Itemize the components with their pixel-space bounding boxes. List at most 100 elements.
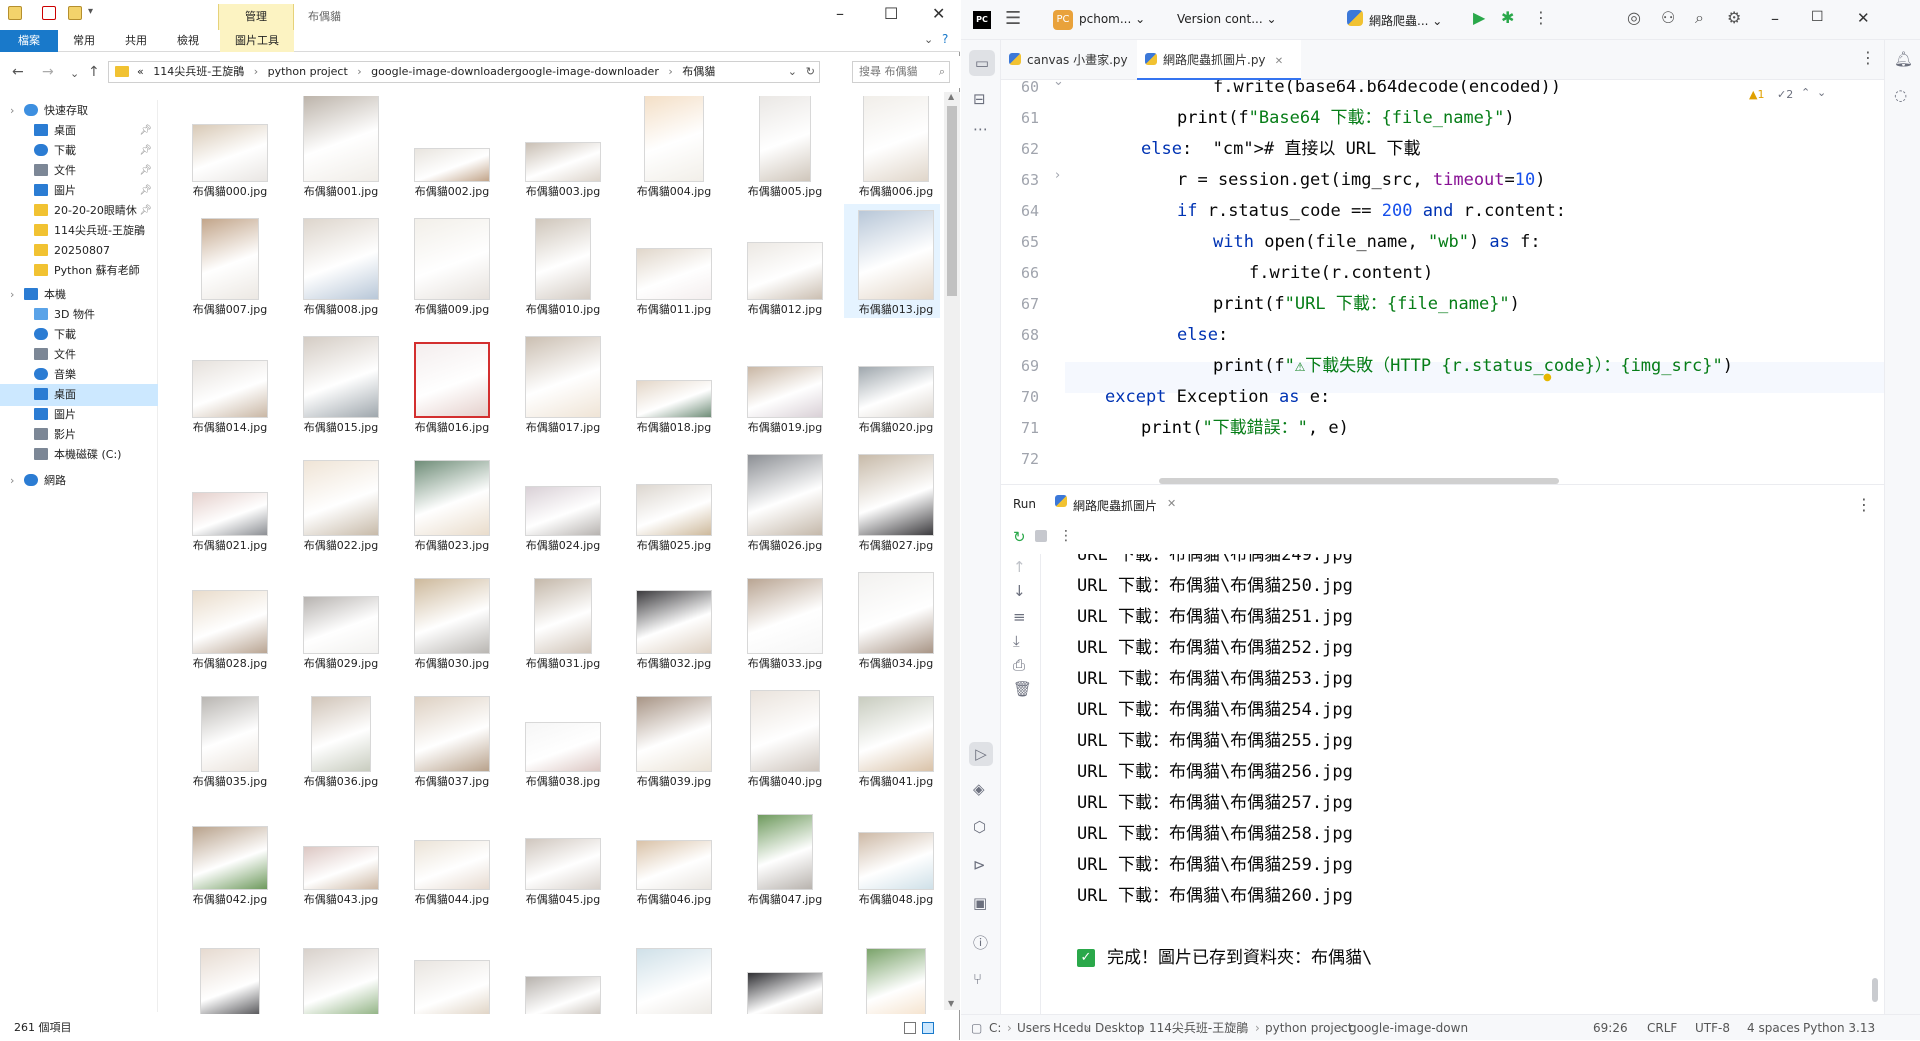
git-icon[interactable]: ⑂ xyxy=(973,970,982,988)
file-tile[interactable]: 布偶貓025.jpg xyxy=(622,440,726,554)
file-tile[interactable]: 布偶貓024.jpg xyxy=(511,440,615,554)
run-icon[interactable]: ▶ xyxy=(1473,8,1485,27)
file-tile[interactable]: 布偶貓010.jpg xyxy=(511,204,615,318)
file-tile[interactable]: 布偶貓014.jpg xyxy=(178,322,282,436)
close-button[interactable]: ✕ xyxy=(1857,9,1870,27)
back-arrow-icon[interactable]: ← xyxy=(12,64,24,80)
file-tile[interactable]: 布偶貓009.jpg xyxy=(400,204,504,318)
nav-item[interactable]: 下載 xyxy=(0,324,158,346)
scrollbar-thumb[interactable] xyxy=(1872,978,1878,1002)
file-tile[interactable]: 布偶貓026.jpg xyxy=(733,440,837,554)
python-packages-icon[interactable]: ◈ xyxy=(973,780,985,798)
file-tile[interactable]: 布偶貓018.jpg xyxy=(622,322,726,436)
status-item[interactable]: UTF-8 xyxy=(1695,1015,1730,1041)
chevron-down-icon[interactable]: ▾ xyxy=(88,6,93,17)
stop-icon[interactable] xyxy=(1035,530,1047,542)
file-tile[interactable]: 布偶貓029.jpg xyxy=(289,558,393,672)
code-line[interactable]: print(f"Base64 下載：{file_name}") xyxy=(1177,103,1515,134)
print-icon[interactable]: ⎙ xyxy=(1013,656,1025,674)
nav-item[interactable]: 桌面 xyxy=(0,384,158,406)
status-item[interactable]: 69:26 xyxy=(1593,1015,1628,1041)
file-tile[interactable]: 布偶貓045.jpg xyxy=(511,794,615,908)
code-line[interactable]: print("下載錯誤：", e) xyxy=(1141,413,1349,444)
code-line[interactable]: r = session.get(img_src, timeout=10) xyxy=(1177,165,1546,196)
tab-home[interactable]: 常用 xyxy=(64,30,104,52)
fold-chevron-icon[interactable]: ⌄ xyxy=(1053,80,1064,89)
nav-item[interactable]: 20-20-20眼睛休 📌︎ xyxy=(0,200,158,222)
soft-wrap-icon[interactable]: ≡ xyxy=(1013,608,1026,626)
file-tile[interactable]: 布偶貓036.jpg xyxy=(289,676,393,790)
code-line[interactable]: except Exception as e: xyxy=(1105,382,1330,413)
forward-arrow-icon[interactable]: → xyxy=(42,64,54,80)
file-tile[interactable]: 布偶貓011.jpg xyxy=(622,204,726,318)
nav-item[interactable]: › 本機 xyxy=(0,284,158,306)
status-breadcrumb[interactable]: C: xyxy=(989,1015,1001,1041)
file-tile[interactable]: 布偶貓019.jpg xyxy=(733,322,837,436)
file-tile[interactable]: 布偶貓023.jpg xyxy=(400,440,504,554)
tab-actions-icon[interactable]: ⋮ xyxy=(1860,48,1876,67)
large-icons-view-icon[interactable] xyxy=(922,1022,934,1034)
file-tile[interactable]: 布偶貓030.jpg xyxy=(400,558,504,672)
file-tile[interactable]: 布偶貓020.jpg xyxy=(844,322,940,436)
scroll-down-arrow-icon[interactable]: ↓ xyxy=(1013,582,1026,600)
file-tile[interactable]: 布偶貓012.jpg xyxy=(733,204,837,318)
expand-chevron-icon[interactable]: › xyxy=(10,284,14,306)
file-tile[interactable]: 布偶貓047.jpg xyxy=(733,794,837,908)
run-tab-label[interactable]: 網路爬蟲抓圖片 xyxy=(1073,497,1157,514)
nav-item[interactable]: › 快速存取 xyxy=(0,100,158,122)
chevron-down-icon[interactable]: ⌄ xyxy=(788,62,797,82)
weak-warning-indicator-icon[interactable]: ✓2 xyxy=(1777,88,1793,101)
nav-item[interactable]: 文件 xyxy=(0,344,158,366)
debug-icon[interactable]: ✱ xyxy=(1501,8,1514,27)
run-tool-icon[interactable]: ▷ xyxy=(969,742,993,766)
file-tile[interactable]: 布偶貓007.jpg xyxy=(178,204,282,318)
problems-icon[interactable]: ⓘ xyxy=(973,932,988,953)
project-widget[interactable]: pchom... ⌄ xyxy=(1079,12,1145,26)
search-input[interactable]: 搜尋 布偶貓 ⌕ xyxy=(852,61,950,83)
file-tile[interactable]: 布偶貓033.jpg xyxy=(733,558,837,672)
file-tile[interactable]: 布偶貓048.jpg xyxy=(844,794,940,908)
properties-icon[interactable] xyxy=(42,6,56,20)
chevron-down-icon[interactable]: ⌄ xyxy=(924,33,933,46)
nav-item[interactable]: 本機磁碟 (C:) xyxy=(0,444,158,466)
status-breadcrumb[interactable]: 114尖兵班-王旋鵑 xyxy=(1149,1015,1248,1041)
tab-file[interactable]: 檔案 xyxy=(0,30,58,52)
nav-item[interactable]: 圖片 📌︎ xyxy=(0,180,158,202)
ai-assistant-icon[interactable]: ◎ xyxy=(1627,8,1641,27)
warning-indicator-icon[interactable]: ▲1 xyxy=(1749,88,1764,101)
run-console[interactable]: ↑ ↓ ≡ ⤓ ⎙ 🗑︎ URL 下載：布偶貓\布偶貓249.jpg URL 下載… xyxy=(1001,554,1884,1014)
nav-item[interactable]: 影片 xyxy=(0,424,158,446)
hamburger-menu-icon[interactable]: ☰ xyxy=(1005,8,1021,29)
notifications-bell-icon[interactable]: 🔔︎ xyxy=(1894,50,1913,68)
file-tile[interactable] xyxy=(733,912,837,1014)
tab-view[interactable]: 檢視 xyxy=(166,30,210,52)
file-tile[interactable] xyxy=(289,912,393,1014)
file-tile[interactable]: 布偶貓028.jpg xyxy=(178,558,282,672)
tab-share[interactable]: 共用 xyxy=(116,30,156,52)
file-tile[interactable]: 布偶貓044.jpg xyxy=(400,794,504,908)
vcs-widget[interactable]: Version cont... ⌄ xyxy=(1177,12,1277,26)
tab-picture-tools[interactable]: 圖片工具 xyxy=(220,30,294,52)
close-button[interactable]: ✕ xyxy=(932,4,945,23)
nav-item[interactable]: 下載 📌︎ xyxy=(0,140,158,162)
file-tile[interactable]: 布偶貓021.jpg xyxy=(178,440,282,554)
close-tab-icon[interactable]: ✕ xyxy=(1272,56,1283,67)
file-tile[interactable]: 布偶貓017.jpg xyxy=(511,322,615,436)
clear-all-icon[interactable]: 🗑︎ xyxy=(1013,680,1032,698)
editor-tab[interactable]: canvas 小畫家.py xyxy=(1001,40,1135,80)
file-tile[interactable]: 布偶貓043.jpg xyxy=(289,794,393,908)
file-tile[interactable]: 布偶貓022.jpg xyxy=(289,440,393,554)
nav-item[interactable]: 音樂 xyxy=(0,364,158,386)
ai-chat-icon[interactable]: ◌ xyxy=(1894,86,1907,104)
nav-item[interactable]: 圖片 xyxy=(0,404,158,426)
file-tile[interactable]: 布偶貓040.jpg xyxy=(733,676,837,790)
maximize-button[interactable]: ☐ xyxy=(1811,9,1824,25)
console-scrollbar[interactable] xyxy=(1872,554,1878,1010)
code-line[interactable]: print(f"URL 下載：{file_name}") xyxy=(1213,289,1520,320)
expand-chevron-icon[interactable]: › xyxy=(10,100,14,122)
file-tile[interactable]: 布偶貓015.jpg xyxy=(289,322,393,436)
file-tile[interactable]: 布偶貓037.jpg xyxy=(400,676,504,790)
status-item[interactable]: CRLF xyxy=(1647,1015,1677,1041)
breadcrumb-segment[interactable]: 114尖兵班-王旋鵑 xyxy=(153,65,244,78)
nav-item[interactable]: 114尖兵班-王旋鵑 xyxy=(0,220,158,242)
